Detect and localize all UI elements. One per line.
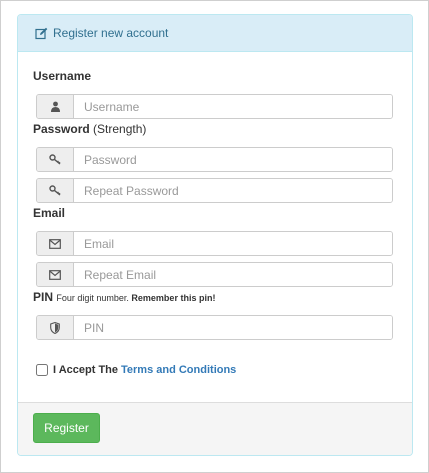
envelope-icon <box>37 232 74 255</box>
panel-footer: Register <box>18 402 412 455</box>
panel-heading: Register new account <box>18 15 412 52</box>
accept-text: I Accept The <box>53 364 118 376</box>
terms-link[interactable]: Terms and Conditions <box>121 364 236 376</box>
accept-terms-checkbox[interactable] <box>36 364 48 376</box>
repeat-password-input[interactable] <box>74 179 392 202</box>
pin-hint: Four digit number. Remember this pin! <box>56 293 215 303</box>
register-button[interactable]: Register <box>33 413 100 443</box>
envelope-icon <box>37 263 74 286</box>
shield-icon <box>37 316 74 339</box>
password-input[interactable] <box>74 148 392 171</box>
register-panel: Register new account Username Password (… <box>17 14 413 456</box>
username-group <box>36 94 393 119</box>
panel-title: Register new account <box>53 26 169 40</box>
repeat-email-group <box>36 262 393 287</box>
password-group <box>36 147 393 172</box>
repeat-email-input[interactable] <box>74 263 392 286</box>
password-label: Password (Strength) <box>33 122 146 136</box>
email-input[interactable] <box>74 232 392 255</box>
pin-hint-strong: Remember this pin! <box>131 293 216 303</box>
key-icon <box>37 148 74 171</box>
terms-row: I Accept The Terms and Conditions <box>36 364 236 376</box>
pin-hint-text: Four digit number. <box>56 293 129 303</box>
user-icon <box>37 95 74 118</box>
repeat-password-group <box>36 178 393 203</box>
username-label: Username <box>33 69 91 83</box>
password-strength: (Strength) <box>93 122 147 136</box>
username-label-text: Username <box>33 69 92 83</box>
pin-input[interactable] <box>74 316 392 339</box>
email-label-text: Email <box>33 206 66 220</box>
username-input[interactable] <box>74 95 392 118</box>
pin-group <box>36 315 393 340</box>
pin-label-text: PIN <box>33 290 54 304</box>
pin-label: PIN Four digit number. Remember this pin… <box>33 290 215 304</box>
edit-icon <box>35 27 48 40</box>
email-label: Email <box>33 206 65 220</box>
email-group <box>36 231 393 256</box>
key-icon <box>37 179 74 202</box>
password-label-text: Password <box>33 122 90 136</box>
